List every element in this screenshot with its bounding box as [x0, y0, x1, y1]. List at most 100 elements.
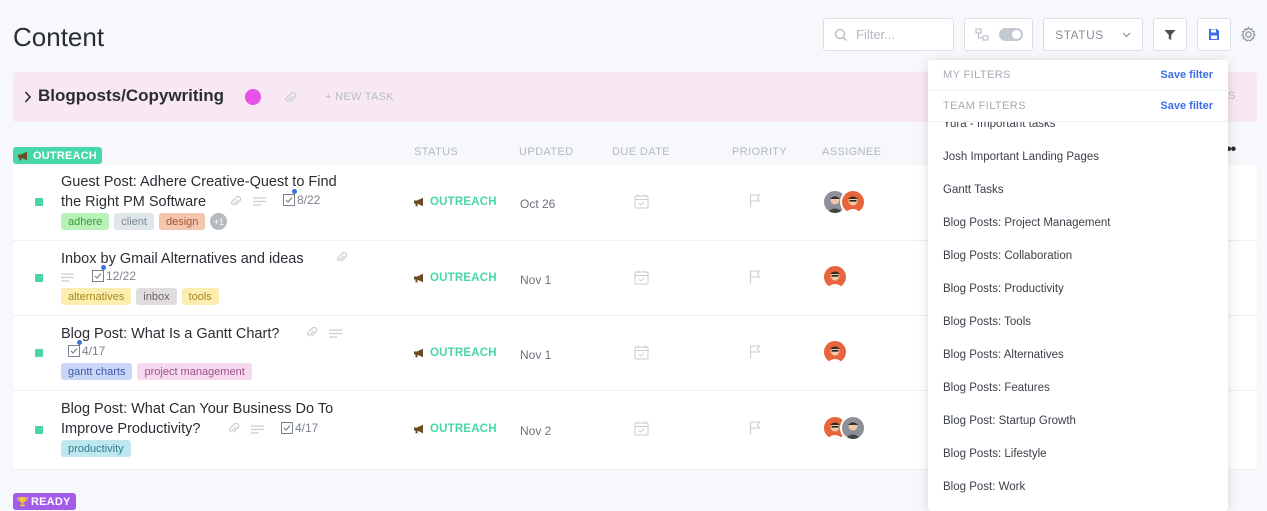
task-status-label: OUTREACH: [430, 423, 497, 435]
column-header-status[interactable]: STATUS: [414, 146, 458, 158]
filter-item[interactable]: Blog Posts: Features: [943, 382, 1050, 394]
tag[interactable]: alternatives: [61, 288, 132, 305]
tag[interactable]: inbox: [136, 288, 177, 305]
paperclip-icon[interactable]: [229, 195, 242, 208]
task-status-square[interactable]: [35, 349, 43, 357]
filter-item[interactable]: Yura - Important tasks: [943, 122, 1056, 130]
calendar-icon[interactable]: [634, 345, 649, 360]
paperclip-icon[interactable]: [335, 251, 348, 264]
calendar-icon[interactable]: [634, 421, 649, 436]
toggle-icon[interactable]: [998, 28, 1023, 41]
filter-item[interactable]: Blog Posts: Project Management: [943, 217, 1110, 229]
more-tags-badge[interactable]: +1: [210, 213, 228, 230]
task-status[interactable]: OUTREACH: [413, 423, 497, 435]
assignee-avatars[interactable]: [822, 189, 866, 215]
save-team-filter-button[interactable]: Save filter: [1160, 100, 1213, 112]
checklist-count[interactable]: 8/22: [283, 193, 320, 207]
funnel-icon: [1164, 29, 1176, 40]
filter-item[interactable]: Gantt Tasks: [943, 184, 1004, 196]
trophy-icon: [17, 497, 28, 507]
checklist-text: 12/22: [106, 269, 137, 283]
flag-icon[interactable]: [749, 345, 761, 359]
tag[interactable]: design: [158, 213, 206, 230]
saved-filters-dropdown: MY FILTERS Save filter TEAM FILTERS Save…: [928, 60, 1228, 511]
filter-search-box[interactable]: [823, 18, 954, 51]
assignee-avatars[interactable]: [822, 264, 848, 290]
status-group-outreach[interactable]: OUTREACH: [13, 147, 102, 164]
avatar[interactable]: [840, 189, 866, 215]
task-name[interactable]: Inbox by Gmail Alternatives and ideas: [61, 249, 304, 269]
filter-item[interactable]: Blog Posts: Alternatives: [943, 349, 1064, 361]
filter-button[interactable]: [1153, 18, 1187, 51]
status-dropdown-label: STATUS: [1055, 27, 1104, 42]
status-group-ready[interactable]: READY: [13, 493, 76, 510]
megaphone-icon: [414, 424, 423, 434]
task-status[interactable]: OUTREACH: [413, 196, 497, 208]
tag[interactable]: gantt charts: [61, 363, 133, 380]
tag[interactable]: adhere: [61, 213, 110, 230]
chevron-right-icon[interactable]: [24, 91, 32, 103]
subtasks-toggle[interactable]: [964, 18, 1033, 51]
megaphone-icon: [414, 273, 423, 283]
assignee-avatars[interactable]: [822, 415, 866, 441]
task-status[interactable]: OUTREACH: [413, 347, 497, 359]
team-filters-header: TEAM FILTERS Save filter: [928, 91, 1228, 122]
filter-item[interactable]: Blog Post: Startup Growth: [943, 415, 1076, 427]
assignee-avatars[interactable]: [822, 339, 848, 365]
filter-item[interactable]: Blog Posts: Collaboration: [943, 250, 1072, 262]
task-name[interactable]: Blog Post: What Is a Gantt Chart?: [61, 324, 279, 344]
filter-item[interactable]: Blog Posts: Tools: [943, 316, 1031, 328]
status-dropdown[interactable]: STATUS: [1043, 18, 1143, 51]
tag[interactable]: project management: [137, 363, 252, 380]
calendar-icon[interactable]: [634, 270, 649, 285]
task-updated: Nov 1: [520, 348, 552, 362]
checklist-text: 4/17: [295, 421, 319, 435]
megaphone-icon: [18, 151, 27, 160]
task-status-label: OUTREACH: [430, 196, 497, 208]
lines-icon: [329, 329, 342, 338]
filter-item[interactable]: Blog Post: Work: [943, 481, 1025, 493]
unread-dot: [77, 340, 82, 345]
save-view-button[interactable]: [1197, 18, 1231, 51]
checklist-text: 8/22: [297, 193, 321, 207]
column-header-updated[interactable]: UPDATED: [519, 146, 574, 158]
flag-icon[interactable]: [749, 270, 761, 284]
filter-input[interactable]: [856, 27, 946, 42]
checklist-count[interactable]: 4/17: [68, 344, 105, 358]
avatar[interactable]: [840, 415, 866, 441]
flag-icon[interactable]: [749, 421, 761, 435]
gear-icon[interactable]: [1240, 26, 1257, 43]
paperclip-icon[interactable]: [283, 91, 297, 105]
my-filters-header: MY FILTERS Save filter: [928, 60, 1228, 91]
task-updated: Nov 1: [520, 273, 552, 287]
calendar-icon[interactable]: [634, 194, 649, 209]
filter-item[interactable]: Blog Posts: Lifestyle: [943, 448, 1047, 460]
checklist-count[interactable]: 4/17: [281, 421, 318, 435]
tag[interactable]: productivity: [61, 440, 131, 457]
new-task-button[interactable]: + NEW TASK: [325, 91, 394, 103]
task-status-square[interactable]: [35, 274, 43, 282]
column-header-assignee[interactable]: ASSIGNEE: [822, 146, 881, 158]
checklist-icon: [68, 345, 80, 357]
paperclip-icon[interactable]: [305, 326, 318, 339]
tag[interactable]: client: [114, 213, 154, 230]
flag-icon[interactable]: [749, 194, 761, 208]
filter-list: Yura - Important tasks Josh Important La…: [928, 122, 1228, 511]
task-status-square[interactable]: [35, 198, 43, 206]
tag[interactable]: tools: [181, 288, 219, 305]
task-status-label: OUTREACH: [430, 347, 497, 359]
filter-item[interactable]: Blog Posts: Productivity: [943, 283, 1064, 295]
list-title[interactable]: Blogposts/Copywriting: [38, 86, 224, 106]
task-status-square[interactable]: [35, 426, 43, 434]
list-color-dot[interactable]: [245, 89, 261, 105]
save-my-filter-button[interactable]: Save filter: [1160, 69, 1213, 81]
filter-item[interactable]: Josh Important Landing Pages: [943, 151, 1099, 163]
tag-list: gantt charts project management: [61, 363, 252, 380]
paperclip-icon[interactable]: [227, 422, 240, 435]
checklist-count[interactable]: 12/22: [92, 269, 136, 283]
avatar[interactable]: [822, 264, 848, 290]
column-header-due-date[interactable]: DUE DATE: [612, 146, 670, 158]
task-status[interactable]: OUTREACH: [413, 272, 497, 284]
column-header-priority[interactable]: PRIORITY: [732, 146, 787, 158]
avatar[interactable]: [822, 339, 848, 365]
